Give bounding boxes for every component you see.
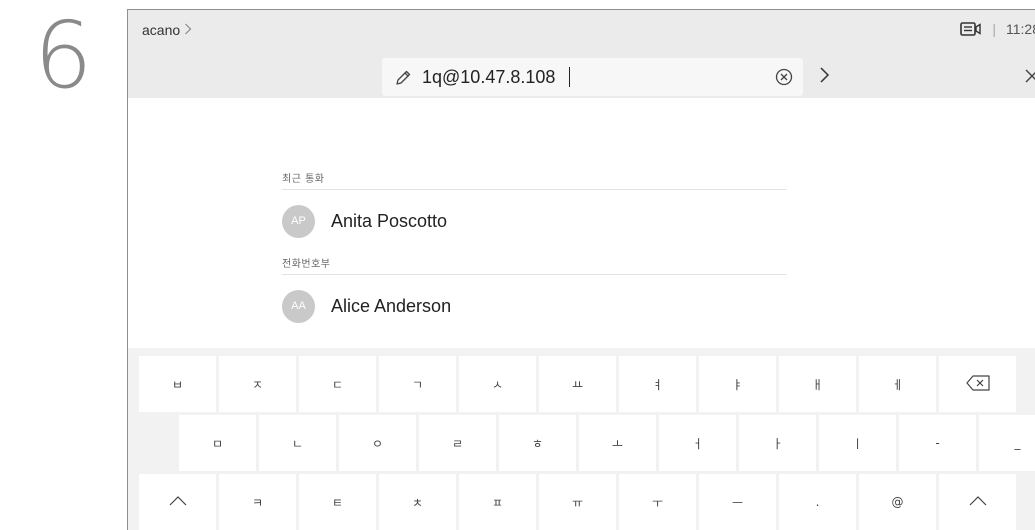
key[interactable]: @ [859,474,936,530]
close-icon[interactable] [1024,68,1035,89]
chevron-right-icon [184,22,192,38]
backspace-key[interactable] [939,356,1016,412]
divider: | [992,21,996,37]
key[interactable]: ㅁ [179,415,256,471]
breadcrumb[interactable]: acano [142,22,192,38]
text-cursor [569,67,570,87]
key[interactable]: ㅇ [339,415,416,471]
key[interactable]: _ [979,415,1035,471]
key[interactable]: ㅈ [219,356,296,412]
clear-circle-icon[interactable] [775,68,793,91]
clock: 11:28 [1006,21,1035,37]
step-number: 6 [34,2,93,109]
on-screen-keyboard: ㅂ ㅈ ㄷ ㄱ ㅅ ㅛ ㅕ ㅑ ㅐ ㅔ ㅁ ㄴ ㅇ ㄹ ㅎ ㅗ ㅓ ㅏ ㅣ - … [128,348,1035,530]
avatar: AA [282,289,315,323]
key[interactable]: ㅜ [619,474,696,530]
key[interactable]: ㅋ [219,474,296,530]
key[interactable]: - [899,415,976,471]
key[interactable]: ㄱ [379,356,456,412]
key[interactable]: ㅐ [779,356,856,412]
keyboard-row-2: ㅁ ㄴ ㅇ ㄹ ㅎ ㅗ ㅓ ㅏ ㅣ - _ [179,415,1035,471]
key[interactable]: ㅌ [299,474,376,530]
status-area: | 11:28 [960,21,1035,37]
keyboard-row-1: ㅂ ㅈ ㄷ ㄱ ㅅ ㅛ ㅕ ㅑ ㅐ ㅔ [139,356,1016,412]
key[interactable]: ㅑ [699,356,776,412]
keyboard-row-3: ㅋ ㅌ ㅊ ㅍ ㅠ ㅜ ㅡ . @ [139,474,1016,530]
key[interactable]: ㅅ [459,356,536,412]
key[interactable]: ㅏ [739,415,816,471]
shift-key[interactable] [939,474,1016,530]
key[interactable]: ㅕ [619,356,696,412]
key[interactable]: ㅠ [539,474,616,530]
key[interactable]: ㄴ [259,415,336,471]
search-results: 최근 통화 AP Anita Poscotto 전화번호부 AA Alice A… [282,170,787,337]
key[interactable]: ㅛ [539,356,616,412]
key[interactable]: . [779,474,856,530]
top-bar: acano | 11:28 [128,10,1035,98]
key[interactable]: ㅓ [659,415,736,471]
list-item[interactable]: AA Alice Anderson [282,275,787,337]
list-item[interactable]: AP Anita Poscotto [282,190,787,252]
device-screen: acano | 11:28 [127,9,1035,530]
contact-name: Alice Anderson [331,295,452,316]
avatar: AP [282,204,315,238]
key[interactable]: ㅗ [579,415,656,471]
key[interactable]: ㅊ [379,474,456,530]
key[interactable]: ㅣ [819,415,896,471]
breadcrumb-label: acano [142,22,181,38]
search-input[interactable] [422,64,742,90]
key[interactable]: ㄷ [299,356,376,412]
shift-key[interactable] [139,474,216,530]
key[interactable]: ㅍ [459,474,536,530]
pencil-icon [394,69,412,92]
section-title: 최근 통화 [282,170,787,190]
key[interactable]: ㅡ [699,474,776,530]
shift-caret-icon [968,495,988,510]
device-self-view-icon[interactable] [960,21,982,37]
key[interactable]: ㅎ [499,415,576,471]
chevron-right-icon[interactable] [818,65,832,90]
key[interactable]: ㅔ [859,356,936,412]
contact-name: Anita Poscotto [331,210,448,231]
section-title: 전화번호부 [282,255,787,275]
search-bar[interactable] [382,58,803,96]
shift-caret-icon [168,495,188,510]
backspace-icon [965,374,991,395]
key[interactable]: ㄹ [419,415,496,471]
key[interactable]: ㅂ [139,356,216,412]
